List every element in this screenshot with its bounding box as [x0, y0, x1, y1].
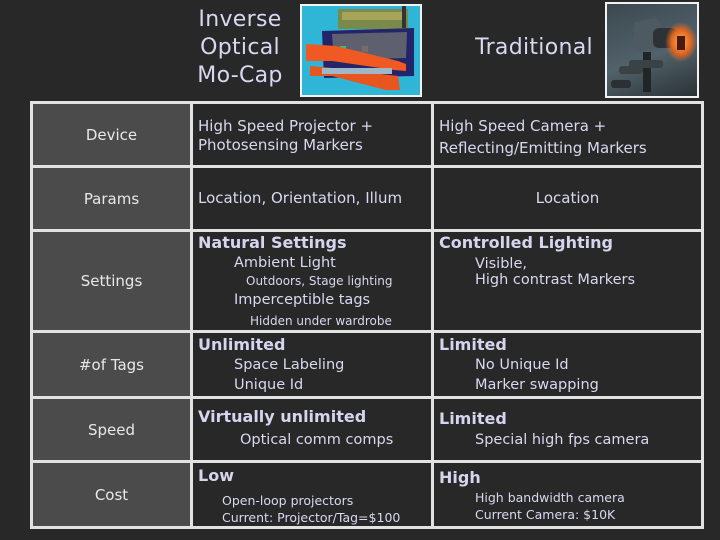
cost-traditional-sub-1: High bandwidth camera [475, 490, 625, 505]
speed-inverse-cell: Virtually unlimited Optical comm comps [190, 396, 434, 463]
cost-traditional-heading: High [439, 468, 481, 487]
tags-traditional-sub-2: Marker swapping [475, 377, 599, 393]
settings-traditional-sub-1: Visible, [475, 256, 527, 272]
inverse-title-line-1: Inverse [198, 7, 282, 32]
row-label-tags: #of Tags [30, 330, 193, 399]
settings-inverse-detail-2: Hidden under wardrobe [250, 314, 392, 328]
params-inverse-text: Location, Orientation, Illum [198, 189, 403, 207]
projector-photo [300, 4, 422, 97]
traditional-title: Traditional [475, 35, 593, 60]
params-traditional-text: Location [535, 189, 600, 207]
inverse-title-line-3: Mo-Cap [197, 63, 283, 88]
speed-traditional-heading: Limited [439, 409, 507, 428]
speed-inverse-heading: Virtually unlimited [198, 407, 367, 426]
device-traditional-line-2: Reflecting/Emitting Markers [439, 139, 647, 157]
settings-inverse-detail-1: Outdoors, Stage lighting [246, 274, 393, 288]
row-label-settings: Settings [30, 229, 193, 333]
tags-traditional-cell: Limited No Unique Id Marker swapping [431, 330, 704, 399]
table-row-device: Device High Speed Projector + Photosensi… [30, 101, 704, 168]
speed-traditional-cell: Limited Special high fps camera [431, 396, 704, 463]
params-inverse-cell: Location, Orientation, Illum [190, 165, 434, 232]
device-traditional-cell: High Speed Camera + Reflecting/Emitting … [431, 101, 704, 168]
tags-inverse-cell: Unlimited Space Labeling Unique Id [190, 330, 434, 399]
device-inverse-line-2: Photosensing Markers [198, 136, 363, 154]
row-label-device: Device [30, 101, 193, 168]
inverse-mocap-title: Inverse Optical Mo-Cap [186, 6, 294, 90]
settings-inverse-heading: Natural Settings [198, 233, 347, 252]
cost-inverse-sub-2: Current: Projector/Tag=$100 [222, 510, 401, 525]
settings-traditional-cell: Controlled Lighting Visible, High contra… [431, 229, 704, 333]
cost-traditional-cell: High High bandwidth camera Current Camer… [431, 460, 704, 529]
camera-photo [605, 2, 699, 98]
cost-traditional-sub-2: Current Camera: $10K [475, 507, 616, 522]
settings-inverse-cell: Natural Settings Ambient Light Outdoors,… [190, 229, 434, 333]
tags-traditional-heading: Limited [439, 335, 507, 354]
device-inverse-line-1: High Speed Projector + [198, 117, 374, 135]
table-row-tags: #of Tags Unlimited Space Labeling Unique… [30, 330, 704, 399]
table-row-params: Params Location, Orientation, Illum Loca… [30, 165, 704, 232]
speed-traditional-sub-1: Special high fps camera [475, 432, 650, 448]
tags-traditional-sub-1: No Unique Id [475, 357, 569, 373]
row-label-cost: Cost [30, 460, 193, 529]
row-label-params: Params [30, 165, 193, 232]
cost-inverse-cell: Low Open-loop projectors Current: Projec… [190, 460, 434, 529]
comparison-table: Device High Speed Projector + Photosensi… [30, 101, 704, 529]
device-inverse-cell: High Speed Projector + Photosensing Mark… [190, 101, 434, 168]
settings-traditional-heading: Controlled Lighting [439, 233, 613, 252]
inverse-title-line-2: Optical [200, 35, 280, 60]
speed-inverse-sub-1: Optical comm comps [240, 432, 394, 448]
tags-inverse-sub-2: Unique Id [234, 377, 304, 393]
table-row-speed: Speed Virtually unlimited Optical comm c… [30, 396, 704, 463]
settings-inverse-sub-2: Imperceptible tags [234, 292, 371, 308]
settings-traditional-sub-2: High contrast Markers [475, 272, 636, 288]
params-traditional-cell: Location [431, 165, 704, 232]
row-label-speed: Speed [30, 396, 193, 463]
settings-inverse-sub-1: Ambient Light [234, 255, 336, 271]
tags-inverse-sub-1: Space Labeling [234, 357, 345, 373]
table-row-cost: Cost Low Open-loop projectors Current: P… [30, 460, 704, 529]
device-traditional-line-1: High Speed Camera + [439, 117, 607, 135]
table-row-settings: Settings Natural Settings Ambient Light … [30, 229, 704, 333]
cost-inverse-sub-1: Open-loop projectors [222, 493, 354, 508]
tags-inverse-heading: Unlimited [198, 335, 286, 354]
cost-inverse-heading: Low [198, 466, 234, 485]
